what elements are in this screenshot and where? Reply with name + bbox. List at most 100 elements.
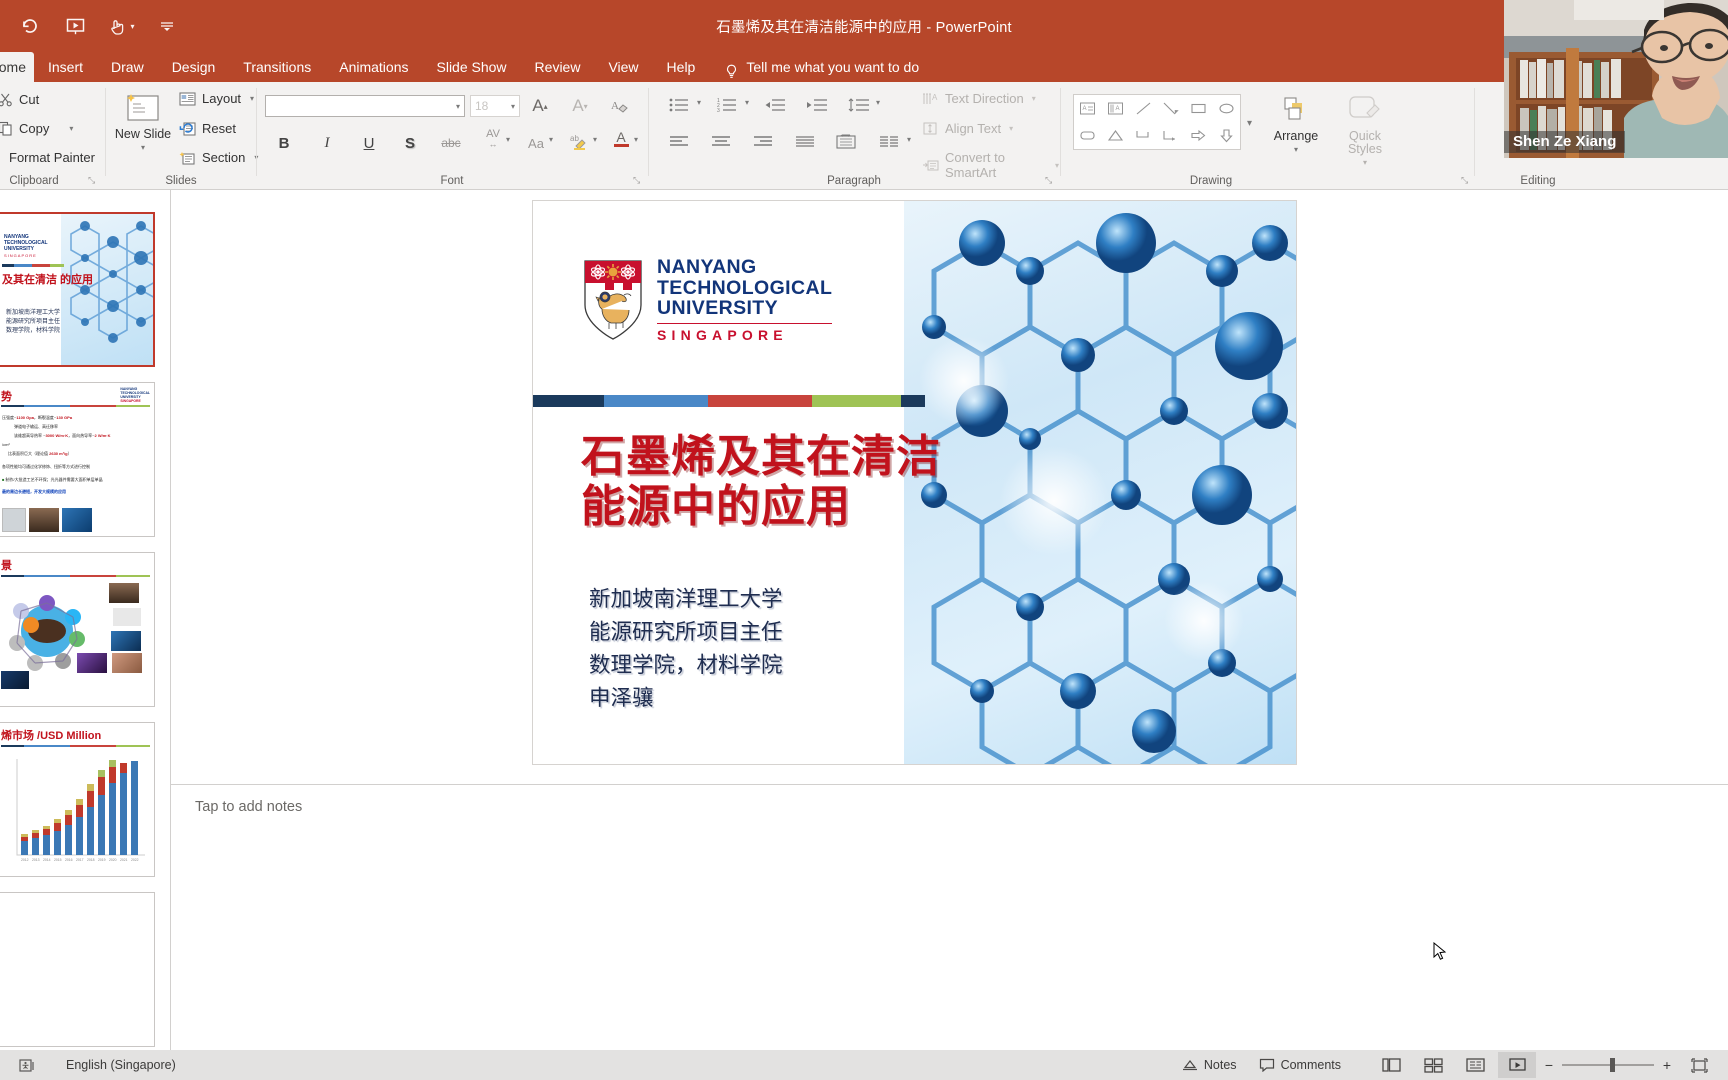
slide-show-view-button[interactable]: [1498, 1052, 1536, 1078]
text-direction-button[interactable]: A Text Direction ▾: [922, 91, 1036, 106]
comments-toggle-button[interactable]: Comments: [1250, 1052, 1350, 1078]
notes-toggle-button[interactable]: Notes: [1173, 1052, 1246, 1078]
zoom-slider-handle[interactable]: [1610, 1058, 1615, 1072]
tab-animations[interactable]: Animations: [325, 52, 422, 82]
oval-shape-icon: [1219, 103, 1234, 114]
change-case-chevron-down-icon[interactable]: ▾: [549, 135, 553, 144]
align-text-chevron-down-icon[interactable]: ▾: [1009, 124, 1013, 133]
slide-title-textbox[interactable]: 石墨烯及其在清洁 能源中的应用: [581, 432, 1011, 532]
columns-button[interactable]: [831, 128, 861, 156]
slide-subtitle-textbox[interactable]: 新加坡南洋理工大学 能源研究所项目主任 数理学院，材料学院 申泽骧: [589, 583, 783, 715]
thumbnail-slide-3[interactable]: 景: [0, 552, 155, 707]
underline-button[interactable]: U: [355, 130, 383, 156]
text-highlight-color-button[interactable]: ab: [565, 128, 593, 154]
section-button[interactable]: Section ▾: [179, 150, 258, 165]
zoom-out-button[interactable]: −: [1540, 1057, 1558, 1073]
layout-chevron-down-icon[interactable]: ▾: [250, 94, 254, 103]
highlight-chevron-down-icon[interactable]: ▾: [593, 135, 597, 144]
quick-styles-chevron-down-icon[interactable]: ▾: [1363, 156, 1367, 169]
tab-home[interactable]: Home: [0, 52, 34, 82]
tell-me-box[interactable]: Tell me what you want to do: [709, 52, 919, 82]
font-name-chevron-down-icon[interactable]: ▾: [456, 102, 460, 111]
font-size-input[interactable]: 18 ▾: [470, 95, 520, 117]
ntu-divider: [657, 322, 833, 325]
font-color-chevron-down-icon[interactable]: ▾: [634, 135, 638, 144]
font-dialog-launcher-icon[interactable]: ⤡: [633, 175, 640, 186]
notes-placeholder[interactable]: Tap to add notes: [195, 799, 302, 815]
numbering-chevron-down-icon[interactable]: ▾: [745, 98, 749, 107]
accessibility-checker-button[interactable]: [10, 1052, 45, 1078]
line-spacing-button[interactable]: [843, 91, 875, 119]
webcam-video-overlay[interactable]: Shen Ze Xiang: [1504, 0, 1728, 158]
smartart-chevron-down-icon[interactable]: ▾: [1055, 161, 1059, 170]
cut-button[interactable]: Cut: [0, 92, 39, 107]
tab-design[interactable]: Design: [158, 52, 230, 82]
decrease-font-size-button[interactable]: A ▾: [565, 93, 595, 119]
align-center-button[interactable]: [706, 128, 736, 156]
copy-button[interactable]: Copy ▾: [0, 121, 73, 136]
zoom-slider[interactable]: [1562, 1052, 1654, 1078]
drawing-dialog-launcher-icon[interactable]: ⤡: [1461, 175, 1468, 186]
font-color-button[interactable]: A: [607, 126, 635, 152]
new-slide-chevron-down-icon[interactable]: ▾: [141, 141, 145, 154]
arrange-button[interactable]: Arrange ▾: [1266, 94, 1326, 156]
thumbnail-slide-1[interactable]: NANYANG TECHNOLOGICAL UNIVERSITY SINGAPORE…: [0, 212, 155, 367]
arrange-chevron-down-icon[interactable]: ▾: [1294, 143, 1298, 156]
copy-chevron-down-icon[interactable]: ▾: [69, 124, 73, 133]
thumbnail-slide-5[interactable]: [0, 892, 155, 1047]
decrease-indent-button[interactable]: [759, 91, 791, 119]
increase-font-size-button[interactable]: A ▴: [525, 93, 555, 119]
tab-insert[interactable]: Insert: [34, 52, 97, 82]
paragraph-dialog-launcher-icon[interactable]: ⤡: [1045, 175, 1052, 186]
align-left-button[interactable]: [664, 128, 694, 156]
shapes-more-chevron-down-icon[interactable]: ▾: [1247, 118, 1252, 129]
svg-text:2014: 2014: [43, 858, 51, 862]
strikethrough-button[interactable]: abc: [437, 130, 465, 156]
layout-button[interactable]: Layout ▾: [179, 91, 254, 106]
increase-indent-button[interactable]: [801, 91, 833, 119]
text-columns-chevron-down-icon[interactable]: ▾: [907, 135, 911, 144]
bullets-button[interactable]: [664, 91, 694, 119]
clipboard-dialog-launcher-icon[interactable]: ⤡: [88, 175, 95, 186]
language-indicator[interactable]: English (Singapore): [57, 1052, 185, 1078]
tab-view[interactable]: View: [594, 52, 652, 82]
text-columns-button[interactable]: [874, 128, 904, 156]
zoom-in-button[interactable]: +: [1658, 1057, 1676, 1073]
reading-view-button[interactable]: [1456, 1052, 1494, 1078]
font-size-chevron-down-icon[interactable]: ▾: [511, 102, 515, 111]
text-shadow-button[interactable]: S: [396, 130, 424, 156]
tab-slide-show[interactable]: Slide Show: [423, 52, 521, 82]
justify-button[interactable]: [790, 128, 820, 156]
notes-pane[interactable]: Tap to add notes: [171, 784, 1728, 919]
thumbnail-slide-2[interactable]: 势 NANYANG TECHNOLOGICAL UNIVERSITY SINGAPOR…: [0, 382, 155, 537]
normal-view-button[interactable]: [1372, 1052, 1410, 1078]
thumbnail-slide-4[interactable]: 烯市场 /USD Million 2012 2013 2014 2015 201…: [0, 722, 155, 877]
fit-slide-to-window-button[interactable]: [1680, 1052, 1718, 1078]
line-spacing-chevron-down-icon[interactable]: ▾: [876, 98, 880, 107]
quick-styles-button[interactable]: Quick Styles ▾: [1333, 94, 1397, 169]
font-name-input[interactable]: ▾: [265, 95, 465, 117]
bold-button[interactable]: B: [270, 130, 298, 156]
tab-draw[interactable]: Draw: [97, 52, 158, 82]
slide-thumbnail-pane[interactable]: NANYANG TECHNOLOGICAL UNIVERSITY SINGAPORE…: [0, 190, 171, 1050]
window-title: 石墨烯及其在清洁能源中的应用 - PowerPoint: [0, 16, 1728, 37]
format-painter-button[interactable]: Format Painter: [0, 150, 95, 165]
align-text-button[interactable]: Align Text ▾: [922, 121, 1013, 136]
italic-button[interactable]: I: [313, 130, 341, 156]
clear-formatting-button[interactable]: A: [605, 93, 633, 119]
character-spacing-chevron-down-icon[interactable]: ▾: [506, 135, 510, 144]
change-case-button[interactable]: Aa: [522, 130, 550, 156]
character-spacing-button[interactable]: AV ↔: [479, 126, 507, 152]
tab-review[interactable]: Review: [521, 52, 595, 82]
reset-button[interactable]: Reset: [179, 121, 236, 136]
numbering-button[interactable]: 123: [712, 91, 742, 119]
shapes-gallery[interactable]: A A: [1073, 94, 1241, 150]
tab-help[interactable]: Help: [653, 52, 710, 82]
slide-sorter-view-button[interactable]: [1414, 1052, 1452, 1078]
align-right-button[interactable]: [748, 128, 778, 156]
tab-transitions[interactable]: Transitions: [229, 52, 325, 82]
current-slide[interactable]: NANYANG TECHNOLOGICAL UNIVERSITY SINGAPO…: [533, 201, 1296, 764]
new-slide-button[interactable]: New Slide ▾: [114, 90, 172, 154]
bullets-chevron-down-icon[interactable]: ▾: [697, 98, 701, 107]
text-direction-chevron-down-icon[interactable]: ▾: [1032, 94, 1036, 103]
